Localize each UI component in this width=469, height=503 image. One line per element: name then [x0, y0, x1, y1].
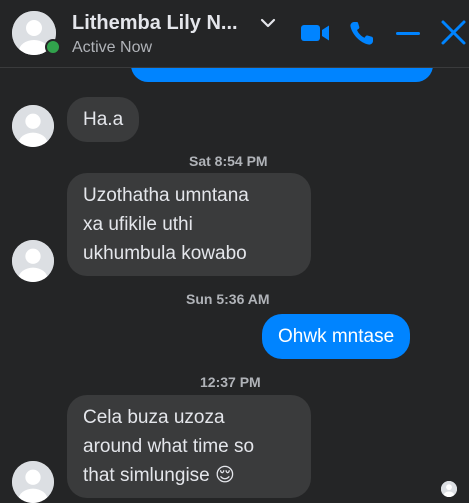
default-avatar-icon — [12, 105, 54, 147]
message-text: Ha.a — [83, 109, 124, 130]
sender-avatar — [12, 461, 54, 503]
message-line: around what time so — [83, 436, 255, 457]
online-status-dot — [45, 39, 61, 55]
phone-icon — [350, 22, 373, 45]
message-line: ukhumbula kowabo — [83, 243, 247, 264]
timestamp: Sun 5:36 AM — [186, 291, 270, 307]
video-call-button[interactable] — [298, 16, 332, 50]
default-avatar-icon — [12, 240, 54, 282]
video-call-icon — [301, 25, 329, 41]
message-line: Uzothatha umntana — [83, 185, 249, 206]
message-line: that simlungise 😌 — [83, 465, 235, 486]
voice-call-button[interactable] — [345, 16, 379, 50]
incoming-message[interactable]: Uzothatha umntana xa ufikile uthi ukhumb… — [67, 173, 311, 276]
timestamp: 12:37 PM — [200, 374, 261, 390]
default-avatar-icon — [441, 481, 457, 497]
default-avatar-icon — [12, 461, 54, 503]
sender-avatar — [12, 240, 54, 282]
message-text: Ohwk mntase — [278, 326, 395, 347]
contact-name[interactable]: Lithemba Lily N... — [72, 12, 238, 35]
incoming-message[interactable]: Ha.a — [67, 97, 140, 142]
incoming-message[interactable]: Cela buza uzoza around what time so that… — [67, 395, 311, 498]
seen-receipt-avatar — [441, 481, 457, 497]
chat-header: Lithemba Lily N... Active Now — [0, 0, 469, 68]
timestamp: Sat 8:54 PM — [189, 153, 268, 169]
active-status: Active Now — [72, 39, 153, 56]
sender-avatar — [12, 105, 54, 147]
message-line: Cela buza uzoza — [83, 407, 225, 428]
minimize-button[interactable] — [391, 16, 425, 50]
close-icon — [441, 20, 466, 45]
close-button[interactable] — [436, 16, 469, 50]
outgoing-message[interactable]: Ohwk mntase — [262, 314, 411, 359]
chevron-down-icon[interactable] — [259, 14, 277, 32]
message-thread[interactable]: Ha.a Sat 8:54 PM Uzothatha umntana xa uf… — [0, 48, 469, 503]
minimize-icon — [396, 32, 420, 35]
message-line: xa ufikile uthi — [83, 214, 193, 235]
